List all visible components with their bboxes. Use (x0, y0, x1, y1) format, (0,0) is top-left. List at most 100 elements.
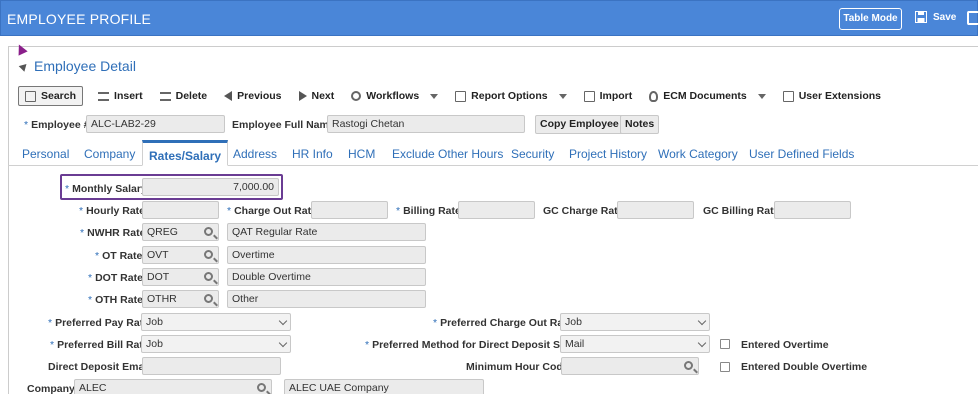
workflows-menu[interactable]: Workflows (351, 90, 439, 102)
preferred-bill-rate-select[interactable]: Job (141, 335, 291, 353)
entered-double-overtime-checkbox[interactable] (720, 362, 730, 372)
search-icon[interactable] (204, 227, 213, 236)
toolbar: Search Insert Delete Previous Next Workf… (18, 85, 898, 107)
charge-out-rate-label: * Charge Out Rate (227, 205, 317, 217)
gc-billing-rate-label: GC Billing Rate (703, 205, 780, 217)
section-title: Employee Detail (34, 58, 136, 74)
search-icon (25, 90, 36, 102)
minimum-hour-code-field[interactable] (561, 357, 699, 375)
ecm-documents-icon (649, 90, 659, 102)
preferred-pay-rate-select[interactable]: Job (141, 313, 291, 331)
search-icon[interactable] (204, 272, 213, 281)
save-label: Save (933, 11, 957, 23)
workflows-icon (351, 91, 362, 101)
billing-rate-field[interactable] (458, 201, 535, 219)
entered-overtime-checkbox[interactable] (720, 339, 730, 349)
collapse-triangle-icon[interactable] (18, 60, 30, 72)
tab-user-defined-fields[interactable]: User Defined Fields (749, 147, 854, 161)
printer-icon (455, 90, 467, 102)
nwhr-rate-label: * NWHR Rate (80, 227, 146, 239)
delete-icon (159, 91, 171, 101)
minimum-hour-code-label: Minimum Hour Code (466, 361, 569, 373)
gc-charge-rate-field[interactable] (617, 201, 694, 219)
delete-label: Delete (175, 90, 208, 102)
arrow-right-icon (298, 91, 307, 101)
dot-rate-desc-field: Double Overtime (227, 268, 426, 286)
exit-icon[interactable] (967, 11, 978, 25)
table-mode-button[interactable]: Table Mode (839, 8, 902, 30)
report-options-label: Report Options (471, 90, 548, 102)
previous-button[interactable]: Previous (224, 90, 282, 102)
tab-address[interactable]: Address (233, 147, 277, 161)
billing-rate-label: * Billing Rate (396, 205, 461, 217)
preferred-bill-rate-label: * Preferred Bill Rate (50, 339, 149, 351)
gc-charge-rate-label: GC Charge Rate (543, 205, 624, 217)
tab-bar: Personal Company Rates/Salary Address HR… (8, 140, 978, 166)
tab-exclude-other-hours[interactable]: Exclude Other Hours (392, 147, 503, 161)
ot-rate-desc-field: Overtime (227, 246, 426, 264)
entered-overtime-label: Entered Overtime (741, 339, 829, 351)
search-icon[interactable] (257, 383, 266, 392)
nwhr-rate-desc-field: QAT Regular Rate (227, 223, 426, 241)
tab-work-category[interactable]: Work Category (658, 147, 738, 161)
company-label: Company (27, 383, 75, 394)
import-button[interactable]: Import (583, 90, 633, 102)
preferred-pay-rate-label: * Preferred Pay Rate (48, 317, 150, 329)
arrow-left-icon (224, 91, 233, 101)
preferred-method-dd-select[interactable]: Mail (560, 335, 710, 353)
copy-employee-button[interactable]: Copy Employee (535, 115, 624, 134)
user-extensions-label: User Extensions (798, 90, 881, 102)
monthly-salary-field[interactable]: 7,000.00 (142, 178, 279, 196)
import-icon (583, 90, 595, 102)
workflows-label: Workflows (366, 90, 420, 102)
charge-out-rate-field[interactable] (311, 201, 388, 219)
company-code-field[interactable]: ALEC (74, 379, 272, 394)
ecm-documents-label: ECM Documents (663, 90, 747, 102)
next-button[interactable]: Next (298, 90, 335, 102)
employee-number-field[interactable]: ALC-LAB2-29 (86, 115, 225, 133)
gc-billing-rate-field[interactable] (774, 201, 851, 219)
insert-button[interactable]: Insert (98, 90, 143, 102)
tab-company[interactable]: Company (84, 147, 135, 161)
tab-hr-info[interactable]: HR Info (292, 147, 333, 161)
preferred-charge-out-rate-select[interactable]: Job (560, 313, 710, 331)
import-label: Import (599, 90, 633, 102)
section-header[interactable]: Employee Detail (18, 58, 136, 74)
save-button[interactable]: Save (915, 11, 956, 23)
tab-personal[interactable]: Personal (22, 147, 69, 161)
app-header: EMPLOYEE PROFILE Table Mode Save (0, 0, 978, 36)
chevron-down-icon (757, 93, 766, 99)
ecm-documents-menu[interactable]: ECM Documents (649, 90, 766, 102)
preferred-charge-out-rate-label: * Preferred Charge Out Rate (433, 317, 573, 329)
search-button[interactable]: Search (18, 86, 84, 106)
hourly-rate-field[interactable] (142, 201, 219, 219)
direct-deposit-email-label: Direct Deposit Email (48, 361, 151, 373)
previous-label: Previous (237, 90, 282, 102)
employee-number-label: * Employee # (24, 119, 90, 131)
dot-rate-label: * DOT Rate (88, 272, 143, 284)
search-icon[interactable] (684, 361, 693, 370)
user-extensions-icon (782, 90, 794, 102)
tab-rates-salary[interactable]: Rates/Salary (142, 140, 229, 166)
search-label: Search (41, 90, 77, 102)
direct-deposit-email-field[interactable] (142, 357, 281, 375)
report-options-menu[interactable]: Report Options (455, 90, 567, 102)
monthly-salary-label: * Monthly Salary (65, 183, 147, 195)
ot-rate-label: * OT Rate (95, 250, 143, 262)
tab-hcm[interactable]: HCM (348, 147, 375, 161)
chevron-down-icon (430, 93, 439, 99)
user-extensions-button[interactable]: User Extensions (782, 90, 881, 102)
search-icon[interactable] (204, 294, 213, 303)
employee-fullname-field[interactable]: Rastogi Chetan (327, 115, 525, 133)
tab-project-history[interactable]: Project History (569, 147, 647, 161)
notes-button[interactable]: Notes (620, 115, 660, 134)
oth-rate-label: * OTH Rate (88, 294, 143, 306)
preferred-method-dd-label: * Preferred Method for Direct Deposit Stu… (365, 339, 583, 351)
tab-security[interactable]: Security (511, 147, 554, 161)
search-icon[interactable] (204, 250, 213, 259)
oth-rate-desc-field: Other (227, 290, 426, 308)
company-name-field: ALEC UAE Company (284, 379, 484, 394)
insert-icon (98, 91, 110, 101)
next-label: Next (311, 90, 335, 102)
delete-button[interactable]: Delete (159, 90, 208, 102)
